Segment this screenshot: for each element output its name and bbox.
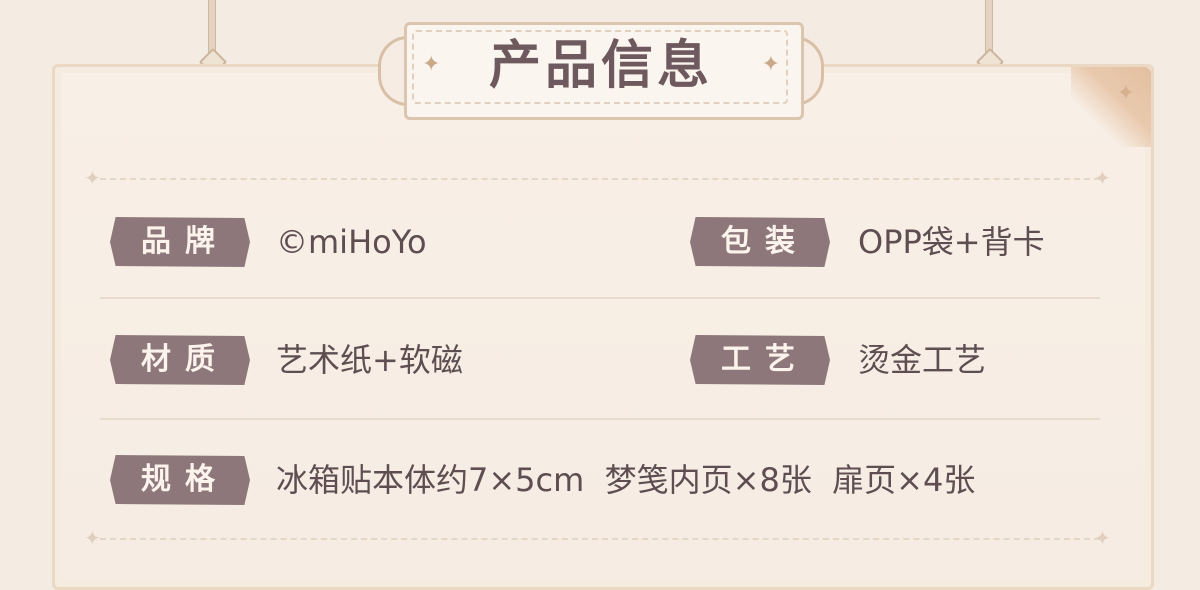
section-title-plaque: ✦ ✦ 产品信息 bbox=[378, 22, 824, 120]
section-title: 产品信息 bbox=[488, 35, 713, 96]
packaging-tag: 包装 bbox=[690, 217, 830, 267]
sparkle-icon: ✦ bbox=[761, 52, 780, 77]
divider-top bbox=[100, 178, 1100, 182]
divider-row-1 bbox=[100, 297, 1100, 301]
sparkle-icon: ✦ bbox=[1094, 166, 1111, 190]
brand-tag: 品牌 bbox=[110, 217, 250, 267]
material-tag: 材质 bbox=[110, 335, 250, 385]
divider-row-2 bbox=[100, 418, 1100, 422]
material-value: 艺术纸+软磁 bbox=[276, 341, 463, 379]
packaging-value: OPP袋+背卡 bbox=[858, 223, 1045, 261]
sparkle-icon: ✦ bbox=[84, 166, 101, 190]
brand-value: ©miHoYo bbox=[276, 223, 427, 261]
craft-value: 烫金工艺 bbox=[858, 341, 987, 379]
sparkle-icon: ✦ bbox=[1116, 81, 1135, 106]
craft-tag: 工艺 bbox=[690, 335, 830, 385]
corner-fold-decoration bbox=[1071, 67, 1151, 147]
spec-tag: 规格 bbox=[110, 455, 250, 505]
sparkle-icon: ✦ bbox=[1094, 526, 1111, 550]
product-info-panel: ✦ bbox=[52, 64, 1154, 590]
divider-bottom bbox=[100, 538, 1100, 542]
spec-value: 冰箱贴本体约7×5cm 梦笺内页×8张 扉页×4张 bbox=[276, 461, 976, 499]
sparkle-icon: ✦ bbox=[422, 52, 441, 77]
sparkle-icon: ✦ bbox=[84, 526, 101, 550]
